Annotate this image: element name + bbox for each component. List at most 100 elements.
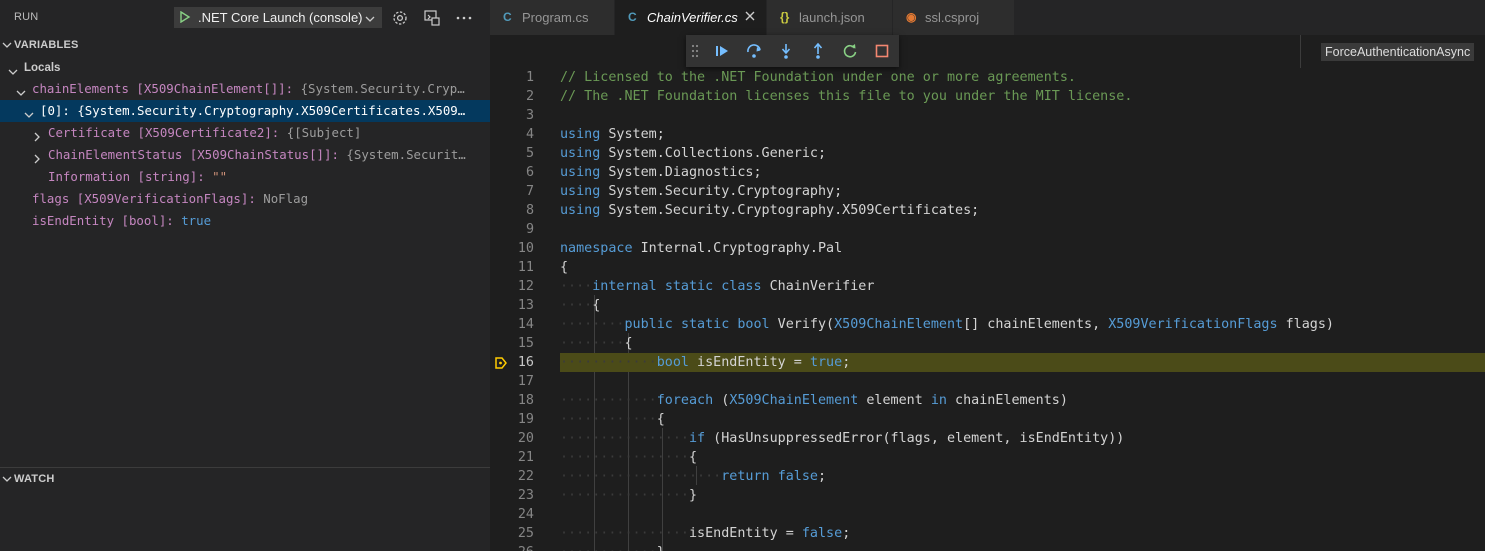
code-editor[interactable]: 1 // Licensed to the .NET Foundation unde… bbox=[490, 67, 1485, 551]
variable-value: {[Subject] bbox=[286, 125, 362, 140]
code-text: ············bool isEndEntity = true; bbox=[560, 353, 850, 372]
chevron-down-icon[interactable] bbox=[16, 83, 26, 100]
code-token: // Licensed to the .NET Foundation under… bbox=[560, 70, 1076, 85]
code-token: } bbox=[689, 488, 698, 503]
code-line: 21 ················{ bbox=[490, 448, 1485, 467]
line-number: 4 bbox=[525, 127, 534, 142]
code-text: // Licensed to the .NET Foundation under… bbox=[560, 68, 1076, 87]
code-token: ( bbox=[713, 393, 730, 408]
variable-row[interactable]: ChainElementStatus [X509ChainStatus[]]: … bbox=[0, 144, 490, 166]
code-text: ············} bbox=[560, 543, 665, 551]
gear-icon[interactable] bbox=[391, 9, 409, 27]
chevron-right-icon[interactable] bbox=[32, 149, 42, 166]
code-token: { bbox=[592, 298, 601, 313]
code-line: 23 ················} bbox=[490, 486, 1485, 505]
code-token: public bbox=[624, 317, 673, 332]
variable-row[interactable]: flags [X509VerificationFlags]: NoFlag bbox=[0, 188, 490, 210]
line-number: 5 bbox=[525, 146, 534, 161]
line-number: 9 bbox=[525, 222, 534, 237]
step-over-icon[interactable] bbox=[745, 42, 763, 60]
debug-toolbar bbox=[686, 35, 899, 67]
tab-launch-json[interactable]: {} launch.json bbox=[767, 0, 893, 35]
code-token: Internal.Cryptography.Pal bbox=[632, 241, 843, 256]
debug-console-icon[interactable] bbox=[423, 9, 441, 27]
code-token: foreach bbox=[656, 393, 714, 408]
rss-icon: ◉ bbox=[906, 10, 917, 24]
line-number: 14 bbox=[517, 317, 534, 332]
variable-row[interactable]: chainElements [X509ChainElement[]]: {Sys… bbox=[0, 78, 490, 100]
code-token: internal bbox=[592, 279, 657, 294]
run-title: RUN bbox=[14, 11, 39, 23]
code-text: using System.Security.Cryptography; bbox=[560, 182, 842, 201]
line-number: 3 bbox=[525, 108, 534, 123]
code-token: ················ bbox=[560, 450, 689, 465]
code-line: 6 using System.Diagnostics; bbox=[490, 163, 1485, 182]
run-toolbar: RUN .NET Core Launch (console) bbox=[0, 0, 490, 35]
tab-chainverifier-cs[interactable]: C ChainVerifier.cs bbox=[615, 0, 767, 35]
line-number: 26 bbox=[490, 543, 534, 551]
code-text: ····{ bbox=[560, 296, 600, 315]
more-actions-icon[interactable] bbox=[455, 9, 473, 27]
variable-name: flags [X509VerificationFlags]: bbox=[32, 191, 256, 206]
code-token: Verify( bbox=[769, 317, 835, 332]
code-token: class bbox=[721, 279, 762, 294]
line-number: 22 bbox=[517, 469, 534, 484]
code-token: false bbox=[777, 469, 818, 484]
code-token: static bbox=[664, 279, 714, 294]
variable-name: ChainElementStatus [X509ChainStatus[]]: bbox=[48, 147, 339, 162]
code-token: ············ bbox=[560, 393, 657, 408]
tab-label: ChainVerifier.cs bbox=[647, 10, 738, 25]
tab-ssl-csproj[interactable]: ◉ ssl.csproj bbox=[893, 0, 1015, 35]
code-line: 26 ············} bbox=[490, 543, 1485, 551]
line-number: 11 bbox=[517, 260, 534, 275]
code-token: } bbox=[657, 545, 665, 551]
code-token: ················ bbox=[560, 526, 689, 541]
chevron-right-icon[interactable] bbox=[32, 127, 42, 144]
code-token: ; bbox=[842, 355, 851, 370]
code-token: System.Diagnostics; bbox=[600, 165, 762, 180]
locals-scope[interactable]: Locals bbox=[0, 57, 490, 79]
step-out-icon[interactable] bbox=[809, 42, 827, 60]
code-token: using bbox=[560, 184, 601, 199]
start-debugging-icon[interactable] bbox=[179, 10, 191, 26]
code-token: chainElements) bbox=[947, 393, 1068, 408]
variable-name: Information [string]: bbox=[48, 169, 205, 184]
variable-row[interactable]: [0]: {System.Security.Cryptography.X509C… bbox=[0, 100, 490, 122]
code-line: 2 // The .NET Foundation licenses this fi… bbox=[490, 87, 1485, 106]
step-into-icon[interactable] bbox=[777, 42, 795, 60]
code-line: 8 using System.Security.Cryptography.X509… bbox=[490, 201, 1485, 220]
code-token: ; bbox=[818, 469, 827, 484]
chevron-down-icon[interactable] bbox=[24, 105, 34, 122]
code-token: isEndEntity = bbox=[689, 355, 810, 370]
restart-icon[interactable] bbox=[841, 42, 859, 60]
tab-label: ssl.csproj bbox=[925, 10, 980, 25]
line-number: 25 bbox=[517, 526, 534, 541]
code-line: 24 bbox=[490, 505, 1485, 524]
code-token: element bbox=[858, 393, 931, 408]
stop-icon[interactable] bbox=[873, 42, 891, 60]
continue-icon[interactable] bbox=[713, 42, 731, 60]
tab-program-cs[interactable]: C Program.cs bbox=[490, 0, 615, 35]
code-line: 17 bbox=[490, 372, 1485, 391]
variable-row[interactable]: Information [string]: "" bbox=[0, 166, 490, 188]
variable-row[interactable]: isEndEntity [bool]: true bbox=[0, 210, 490, 232]
launch-config-select[interactable]: .NET Core Launch (console) bbox=[174, 7, 382, 28]
drag-handle-icon[interactable] bbox=[690, 43, 708, 61]
code-token: [] chainElements, bbox=[963, 317, 1109, 332]
watch-section-header[interactable]: WATCH bbox=[0, 467, 490, 490]
code-token: ···················· bbox=[560, 469, 722, 484]
code-text: ····················return false; bbox=[560, 467, 826, 486]
code-token: ········ bbox=[560, 336, 625, 351]
code-line: 12 ····internal static class ChainVerifie… bbox=[490, 277, 1485, 296]
variable-row[interactable]: Certificate [X509Certificate2]: {[Subjec… bbox=[0, 122, 490, 144]
variables-section-header[interactable]: VARIABLES bbox=[0, 35, 490, 57]
code-line: 19 ············{ bbox=[490, 410, 1485, 429]
code-line: 5 using System.Collections.Generic; bbox=[490, 144, 1485, 163]
line-number: 8 bbox=[525, 203, 534, 218]
close-icon[interactable] bbox=[744, 10, 756, 25]
line-number: 17 bbox=[517, 374, 534, 389]
line-number: 16 bbox=[517, 355, 534, 370]
breadcrumb-symbol[interactable]: ForceAuthenticationAsync bbox=[1321, 43, 1475, 61]
code-token: in bbox=[930, 393, 947, 408]
